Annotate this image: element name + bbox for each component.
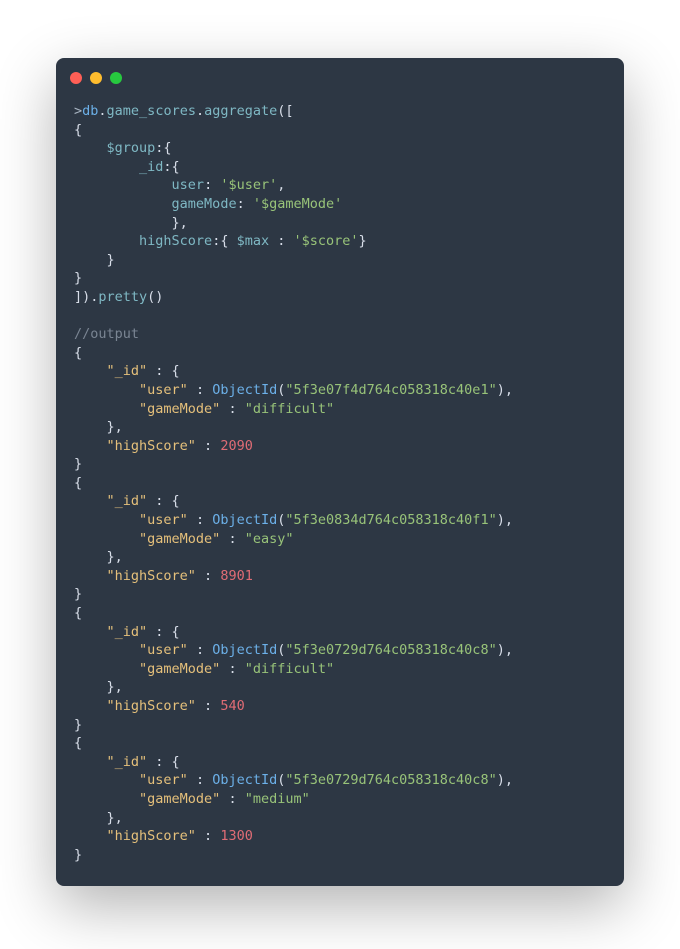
minimize-icon[interactable]: [90, 72, 102, 84]
gamemode-val: '$gameMode': [253, 196, 342, 212]
output-results: { "_id" : { "user" : ObjectId("5f3e07f4d…: [74, 345, 513, 863]
score-val: '$score': [293, 233, 358, 249]
comment: //output: [74, 326, 139, 342]
user-val: '$user': [220, 177, 277, 193]
prompt: >: [74, 103, 82, 119]
code-block: >db.game_scores.aggregate([ { $group:{ _…: [56, 84, 624, 886]
terminal-window: >db.game_scores.aggregate([ { $group:{ _…: [56, 58, 624, 886]
collection-token: game_scores: [107, 103, 196, 119]
group-op: $group: [107, 140, 156, 156]
aggregate-token: aggregate: [204, 103, 277, 119]
db-token: db: [82, 103, 98, 119]
close-icon[interactable]: [70, 72, 82, 84]
id-key: _id: [139, 159, 163, 175]
window-titlebar: [56, 58, 624, 84]
max-op: $max: [237, 233, 270, 249]
pretty-token: pretty: [98, 289, 147, 305]
user-key: user: [172, 177, 205, 193]
gamemode-key: gameMode: [172, 196, 237, 212]
maximize-icon[interactable]: [110, 72, 122, 84]
highscore-key: highScore: [139, 233, 212, 249]
